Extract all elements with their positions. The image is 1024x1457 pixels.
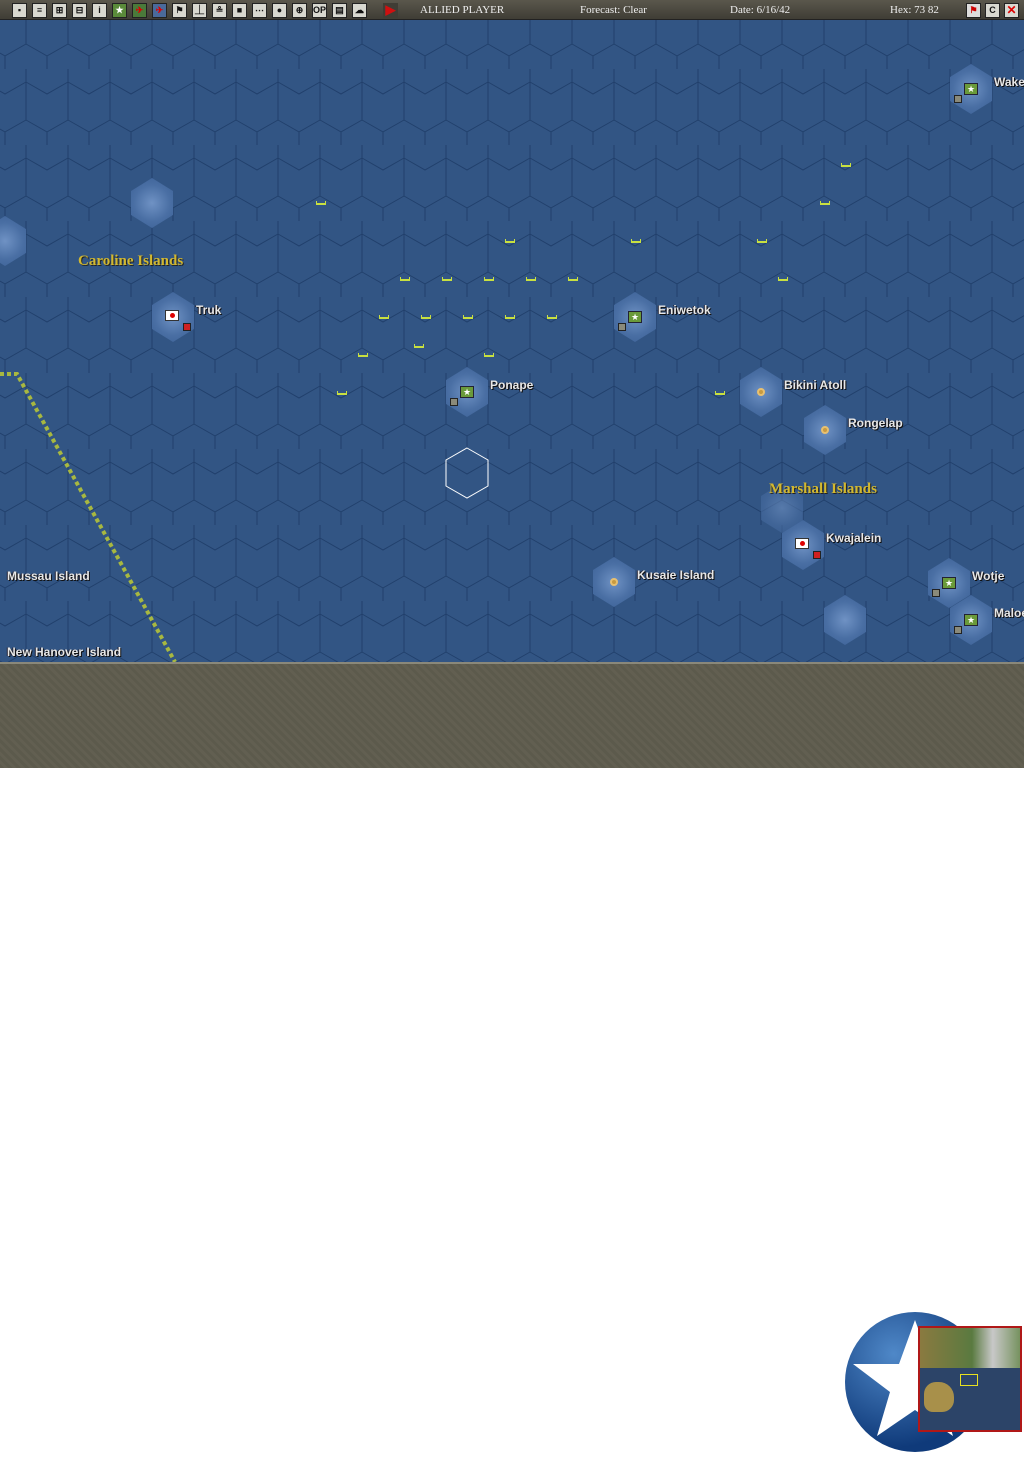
ships-icon[interactable]: ⏊ bbox=[192, 3, 207, 18]
supply-icon bbox=[932, 589, 940, 597]
globe-icon[interactable]: ● bbox=[272, 3, 287, 18]
weather-icon[interactable]: ☁ bbox=[352, 3, 367, 18]
base-label[interactable]: Wotje bbox=[972, 569, 1004, 583]
place-label-mussau: Mussau Island bbox=[7, 569, 90, 583]
japanese-flag-icon bbox=[165, 310, 179, 321]
allied-unit-icon[interactable]: ★ bbox=[964, 614, 978, 626]
task-force-icon[interactable] bbox=[379, 315, 389, 319]
flag-toggle-button[interactable]: ⚑ bbox=[966, 3, 981, 18]
player-label: ALLIED PLAYER bbox=[420, 4, 505, 16]
minimap-asia bbox=[920, 1328, 1020, 1368]
task-force-icon[interactable] bbox=[631, 239, 641, 243]
island-dot-icon bbox=[757, 388, 765, 396]
allied-unit-icon[interactable]: ★ bbox=[942, 577, 956, 589]
task-force-icon[interactable] bbox=[463, 315, 473, 319]
task-force-icon[interactable] bbox=[484, 353, 494, 357]
island-dot-icon bbox=[821, 426, 829, 434]
base-label[interactable]: Wake bbox=[994, 75, 1024, 89]
task-force-icon[interactable] bbox=[547, 315, 557, 319]
base-label[interactable]: Kwajalein bbox=[826, 531, 881, 545]
region-label-marshall: Marshall Islands bbox=[769, 481, 877, 497]
japanese-flag-icon bbox=[795, 538, 809, 549]
task-force-icon[interactable] bbox=[820, 201, 830, 205]
task-force-icon[interactable] bbox=[358, 353, 368, 357]
task-force-icon[interactable] bbox=[841, 163, 851, 167]
task-forces-icon[interactable]: ≗ bbox=[212, 3, 227, 18]
bottom-panel bbox=[0, 662, 1024, 1452]
task-force-icon[interactable] bbox=[778, 277, 788, 281]
end-turn-button[interactable]: C bbox=[985, 3, 1000, 18]
toolbar: ▪ ≡ ⊞ ⊟ i ★ ✈ ✈ ⚑ ⏊ ≗ ■ ⋯ ● ⊕ OP ▤ ☁ ▶ ALLIED PLAYER Fore… bbox=[0, 0, 1024, 20]
task-force-icon[interactable] bbox=[505, 239, 515, 243]
hex-grid bbox=[0, 20, 1024, 662]
base-label[interactable]: Truk bbox=[196, 303, 221, 317]
territory-icon[interactable]: ■ bbox=[232, 3, 247, 18]
base-label[interactable]: Rongelap bbox=[848, 416, 903, 430]
convoy-icon[interactable]: ⋯ bbox=[252, 3, 267, 18]
base-label[interactable]: Kusaie Island bbox=[637, 568, 714, 582]
intel-icon[interactable]: ▤ bbox=[332, 3, 347, 18]
forecast-label: Forecast: Clear bbox=[580, 4, 647, 16]
task-force-icon[interactable] bbox=[421, 315, 431, 319]
minimap-viewport[interactable] bbox=[960, 1374, 978, 1386]
flag-icon[interactable]: ⚑ bbox=[172, 3, 187, 18]
op-icon[interactable]: OP bbox=[312, 3, 327, 18]
minimap-australia bbox=[924, 1382, 954, 1412]
units-list-icon[interactable]: ⊟ bbox=[72, 3, 87, 18]
close-button[interactable]: ✕ bbox=[1004, 3, 1019, 18]
allied-unit-icon[interactable]: ★ bbox=[964, 83, 978, 95]
task-force-icon[interactable] bbox=[526, 277, 536, 281]
task-force-icon[interactable] bbox=[484, 277, 494, 281]
end-turn-play-icon[interactable]: ▶ bbox=[383, 3, 398, 18]
target-icon[interactable]: ⊕ bbox=[292, 3, 307, 18]
task-force-icon[interactable] bbox=[568, 277, 578, 281]
base-label[interactable]: Bikini Atoll bbox=[784, 378, 846, 392]
supply-icon bbox=[183, 323, 191, 331]
ground-units-icon[interactable]: ★ bbox=[112, 3, 127, 18]
task-force-icon[interactable] bbox=[316, 201, 326, 205]
hex-label: Hex: 73 82 bbox=[890, 4, 939, 16]
task-force-icon[interactable] bbox=[505, 315, 515, 319]
bases-list-icon[interactable]: ⊞ bbox=[52, 3, 67, 18]
report-icon[interactable]: ≡ bbox=[32, 3, 47, 18]
task-force-icon[interactable] bbox=[715, 391, 725, 395]
supply-icon bbox=[618, 323, 626, 331]
base-label[interactable]: Ponape bbox=[490, 378, 533, 392]
air-units-icon[interactable]: ✈ bbox=[132, 3, 147, 18]
hex-map[interactable]: Truk ★ Eniwetok ★ Ponape Bikini Atoll Rongelap… bbox=[0, 20, 1024, 662]
info-icon[interactable]: i bbox=[92, 3, 107, 18]
task-force-icon[interactable] bbox=[400, 277, 410, 281]
supply-icon bbox=[450, 398, 458, 406]
allied-unit-icon[interactable]: ★ bbox=[628, 311, 642, 323]
supply-icon bbox=[954, 626, 962, 634]
date-label: Date: 6/16/42 bbox=[730, 4, 791, 16]
supply-icon bbox=[954, 95, 962, 103]
save-icon[interactable]: ▪ bbox=[12, 3, 27, 18]
task-force-icon[interactable] bbox=[414, 344, 424, 348]
region-label-caroline: Caroline Islands bbox=[78, 253, 184, 269]
task-force-icon[interactable] bbox=[757, 239, 767, 243]
base-label[interactable]: Maloelap bbox=[994, 606, 1024, 620]
supply-icon bbox=[813, 551, 821, 559]
allied-unit-icon[interactable]: ★ bbox=[460, 386, 474, 398]
task-force-icon[interactable] bbox=[337, 391, 347, 395]
base-label[interactable]: Eniwetok bbox=[658, 303, 711, 317]
minimap[interactable] bbox=[918, 1326, 1022, 1432]
place-label-new-hanover: New Hanover Island bbox=[7, 645, 122, 659]
island-dot-icon bbox=[610, 578, 618, 586]
task-force-icon[interactable] bbox=[442, 277, 452, 281]
air-groups-icon[interactable]: ✈ bbox=[152, 3, 167, 18]
